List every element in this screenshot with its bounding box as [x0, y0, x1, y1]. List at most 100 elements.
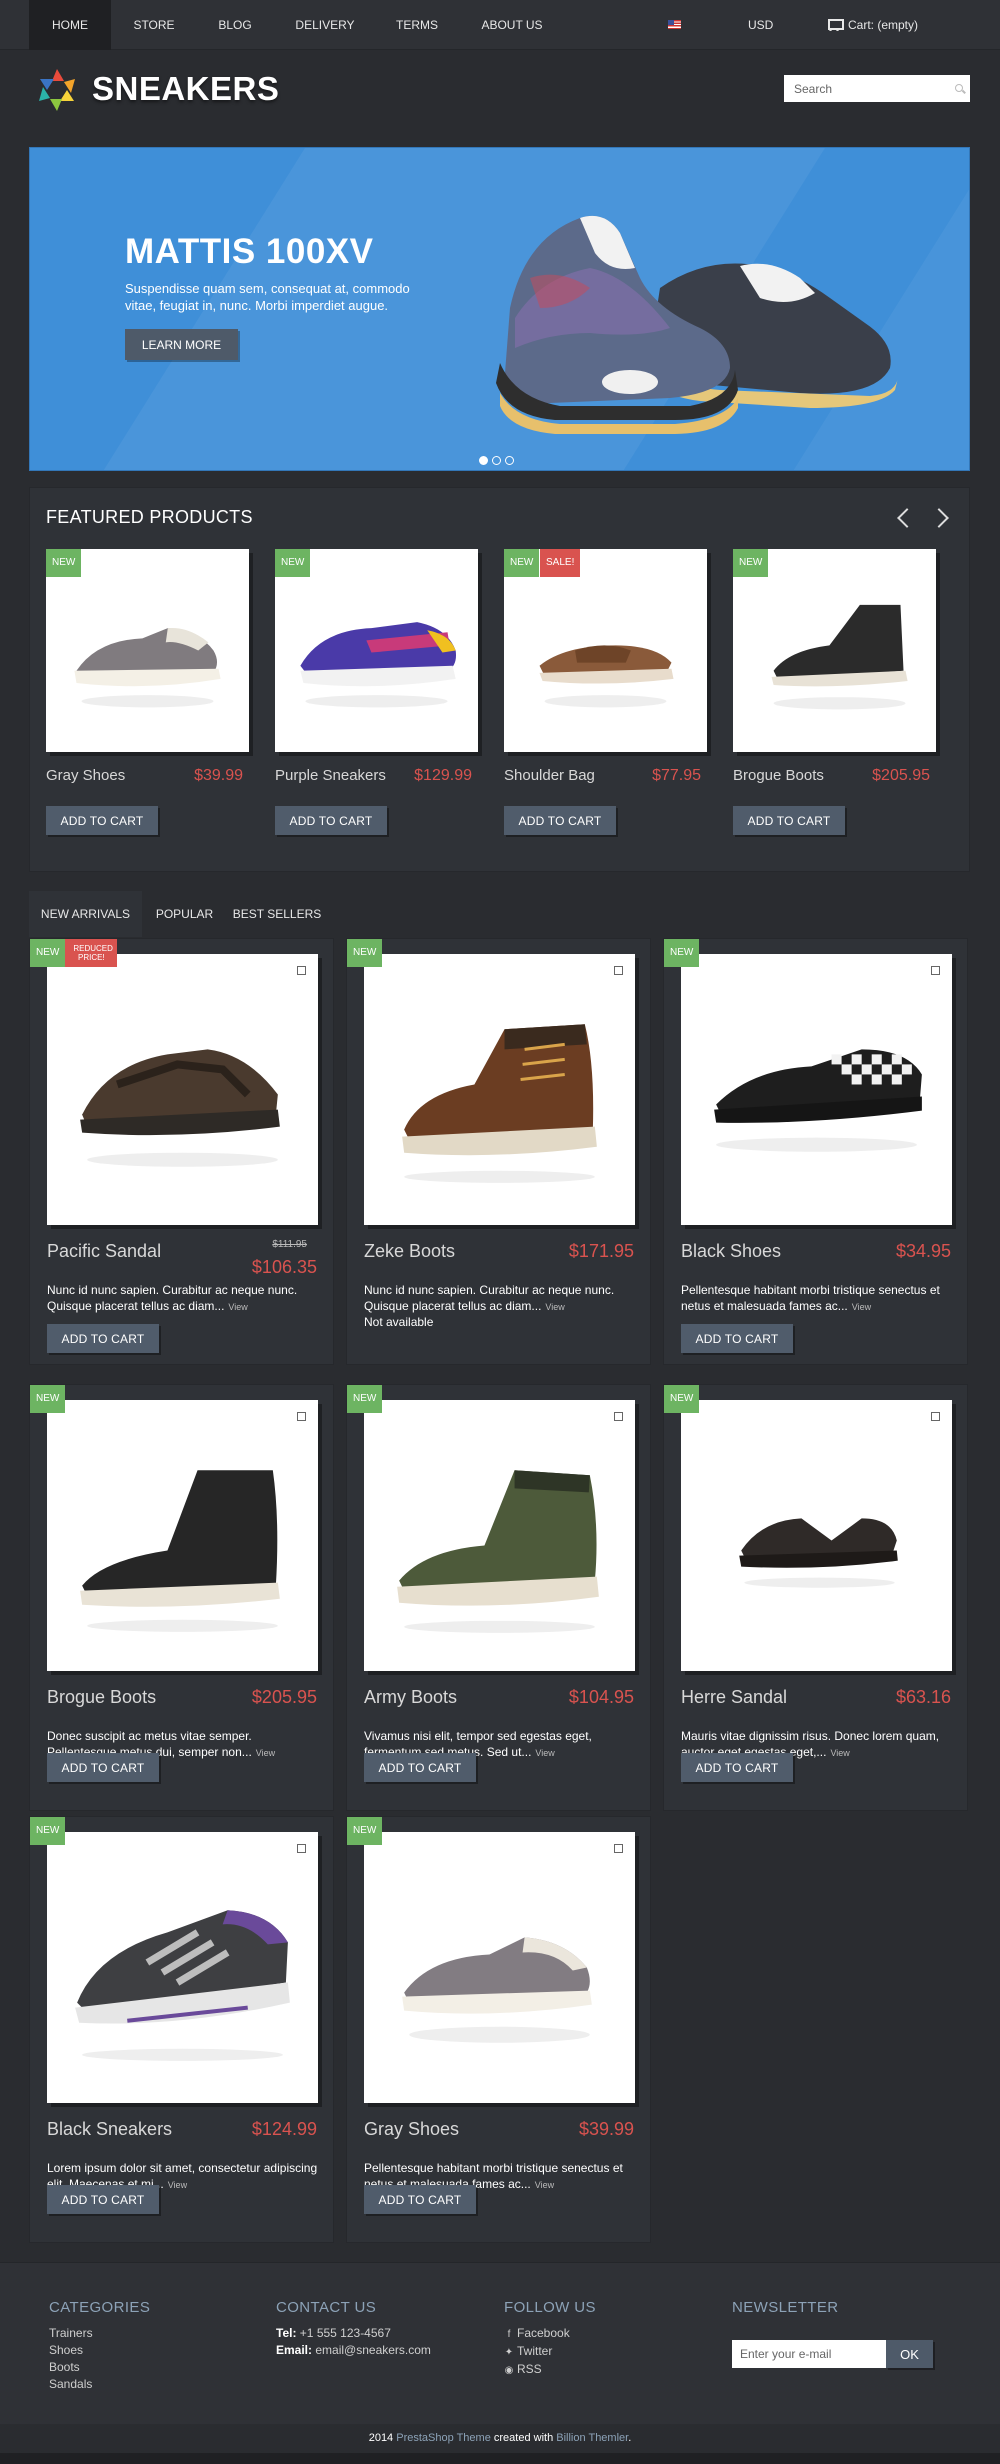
currency-selector[interactable]: USD — [748, 0, 773, 50]
product-image[interactable] — [364, 954, 635, 1225]
view-link[interactable]: View — [256, 1748, 275, 1758]
product-image[interactable] — [47, 1832, 318, 2103]
product-image[interactable] — [364, 1400, 635, 1671]
add-to-cart-button[interactable]: ADD TO CART — [275, 806, 387, 835]
product-name[interactable]: Gray Shoes — [46, 767, 125, 784]
badges: NEW — [30, 1385, 66, 1413]
tab-new-arrivals[interactable]: NEW ARRIVALS — [29, 891, 142, 937]
product-card[interactable]: NEW Black Sneakers $124.99 Lorem ipsum d… — [29, 1816, 334, 2243]
copyright: 2014 PrestaShop Theme created with Billi… — [0, 2424, 1000, 2453]
add-to-cart-button[interactable]: ADD TO CART — [364, 1753, 476, 1782]
nav-store[interactable]: STORE — [121, 0, 187, 50]
product-image[interactable] — [681, 954, 952, 1225]
compare-checkbox[interactable] — [614, 1844, 623, 1853]
chevron-left-icon[interactable] — [896, 506, 910, 530]
tel-label: Tel: — [276, 2326, 297, 2340]
product-image[interactable] — [681, 1400, 952, 1671]
us-flag-icon[interactable] — [668, 20, 681, 29]
product-image[interactable] — [47, 954, 318, 1225]
compare-checkbox[interactable] — [614, 1412, 623, 1421]
billion-themler-link[interactable]: Billion Themler — [556, 2432, 628, 2444]
newsletter-email-input[interactable] — [732, 2340, 886, 2368]
prestashop-theme-link[interactable]: PrestaShop Theme — [396, 2432, 491, 2444]
nav-about-us[interactable]: ABOUT US — [467, 0, 557, 50]
add-to-cart-button[interactable]: ADD TO CART — [46, 806, 158, 835]
compare-checkbox[interactable] — [297, 1844, 306, 1853]
compare-checkbox[interactable] — [297, 966, 306, 975]
category-link[interactable]: Trainers — [49, 2325, 93, 2342]
chevron-right-icon[interactable] — [934, 506, 948, 530]
product-card[interactable]: NEW Zeke Boots $171.95 Nunc id nunc sapi… — [346, 938, 651, 1365]
add-to-cart-button[interactable]: ADD TO CART — [681, 1753, 793, 1782]
slider-dot[interactable] — [492, 456, 501, 465]
product-card[interactable]: NEW Army Boots $104.95 Vivamus nisi elit… — [346, 1384, 651, 1811]
product-name[interactable]: Brogue Boots — [47, 1687, 156, 1708]
badge-reduced-price: REDUCED PRICE! — [65, 939, 118, 967]
email-link[interactable]: email@sneakers.com — [315, 2343, 431, 2357]
product-name[interactable]: Brogue Boots — [733, 767, 824, 784]
nav-home[interactable]: HOME — [29, 0, 111, 50]
product-name[interactable]: Purple Sneakers — [275, 767, 386, 784]
product-name[interactable]: Zeke Boots — [364, 1241, 455, 1262]
tab-popular[interactable]: POPULAR — [142, 891, 227, 937]
add-to-cart-button[interactable]: ADD TO CART — [47, 1324, 159, 1353]
slider-dot[interactable] — [505, 456, 514, 465]
twitter-link[interactable]: ✦ Twitter — [504, 2343, 570, 2361]
tab-best-sellers[interactable]: BEST SELLERS — [227, 891, 327, 937]
view-link[interactable]: View — [228, 1302, 247, 1312]
product-card[interactable]: NEW Gray Shoes $39.99 Pellentesque habit… — [346, 1816, 651, 2243]
nav-delivery[interactable]: DELIVERY — [283, 0, 367, 50]
compare-checkbox[interactable] — [297, 1412, 306, 1421]
view-link[interactable]: View — [830, 1748, 849, 1758]
product-card[interactable]: NEW Black Shoes $34.95 Pellentesque habi… — [663, 938, 968, 1365]
add-to-cart-button[interactable]: ADD TO CART — [681, 1324, 793, 1353]
add-to-cart-button[interactable]: ADD TO CART — [504, 806, 616, 835]
view-link[interactable]: View — [535, 1748, 554, 1758]
rss-icon: ◉ — [504, 2365, 514, 2376]
slider-dot[interactable] — [479, 456, 488, 465]
view-link[interactable]: View — [852, 1302, 871, 1312]
category-link[interactable]: Sandals — [49, 2376, 93, 2393]
product-image[interactable] — [504, 549, 707, 752]
product-image[interactable] — [46, 549, 249, 752]
newsletter-ok-button[interactable]: OK — [886, 2340, 933, 2368]
category-link[interactable]: Boots — [49, 2359, 93, 2376]
product-name[interactable]: Black Sneakers — [47, 2119, 172, 2140]
category-link[interactable]: Shoes — [49, 2342, 93, 2359]
compare-checkbox[interactable] — [614, 966, 623, 975]
rss-link[interactable]: ◉ RSS — [504, 2361, 570, 2379]
add-to-cart-button[interactable]: ADD TO CART — [47, 2185, 159, 2214]
product-image[interactable] — [275, 549, 478, 752]
view-link[interactable]: View — [168, 2180, 187, 2190]
add-to-cart-button[interactable]: ADD TO CART — [364, 2185, 476, 2214]
facebook-link[interactable]: f Facebook — [504, 2325, 570, 2343]
logo-text[interactable]: SNEAKERS — [92, 70, 279, 108]
search-icon[interactable] — [955, 84, 963, 92]
compare-checkbox[interactable] — [931, 1412, 940, 1421]
nav-terms[interactable]: TERMS — [383, 0, 451, 50]
add-to-cart-button[interactable]: ADD TO CART — [47, 1753, 159, 1782]
nav-blog[interactable]: BLOG — [203, 0, 267, 50]
product-image[interactable] — [364, 1832, 635, 2103]
compare-checkbox[interactable] — [931, 966, 940, 975]
product-name[interactable]: Army Boots — [364, 1687, 457, 1708]
product-name[interactable]: Gray Shoes — [364, 2119, 459, 2140]
product-price: $34.95 — [895, 1241, 951, 1261]
product-image[interactable] — [733, 549, 936, 752]
product-description: Nunc id nunc sapien. Curabitur ac neque … — [364, 1282, 639, 1315]
logo-icon[interactable] — [34, 67, 80, 113]
search-input[interactable] — [784, 75, 970, 102]
product-name[interactable]: Shoulder Bag — [504, 767, 595, 784]
view-link[interactable]: View — [535, 2180, 554, 2190]
product-card[interactable]: NEW Brogue Boots $205.95 Donec suscipit … — [29, 1384, 334, 1811]
product-name[interactable]: Herre Sandal — [681, 1687, 787, 1708]
view-link[interactable]: View — [545, 1302, 564, 1312]
product-card[interactable]: NEW Herre Sandal $63.16 Mauris vitae dig… — [663, 1384, 968, 1811]
cart-link[interactable]: Cart: (empty) — [826, 0, 918, 50]
product-name[interactable]: Pacific Sandal — [47, 1241, 161, 1262]
add-to-cart-button[interactable]: ADD TO CART — [733, 806, 845, 835]
learn-more-button[interactable]: LEARN MORE — [125, 329, 238, 360]
product-image[interactable] — [47, 1400, 318, 1671]
product-name[interactable]: Black Shoes — [681, 1241, 781, 1262]
product-card[interactable]: NEW REDUCED PRICE! Pacific Sandal $111.95… — [29, 938, 334, 1365]
